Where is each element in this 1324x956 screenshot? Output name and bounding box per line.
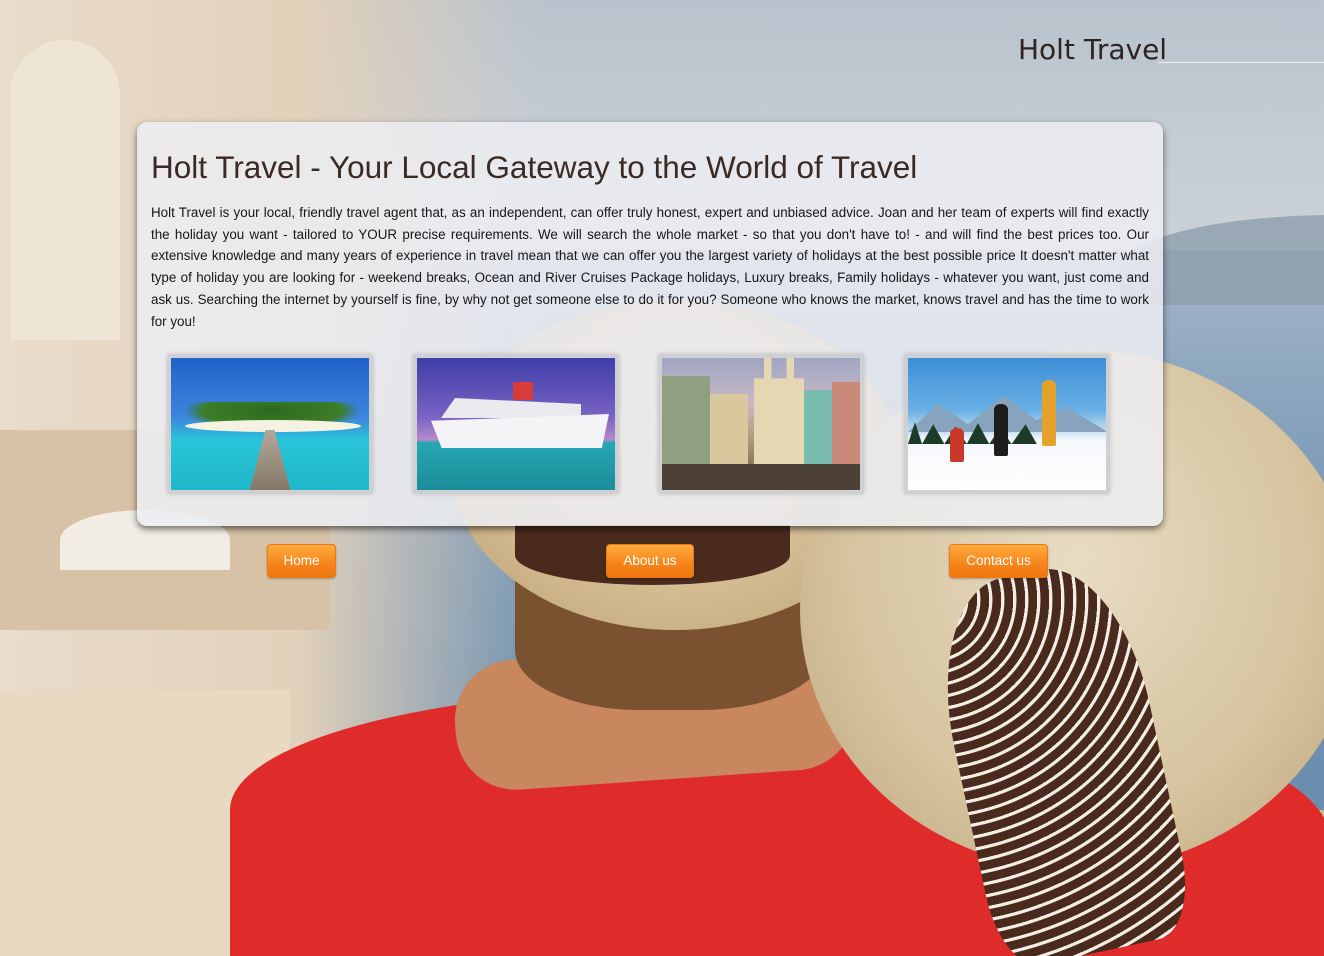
contact-us-button[interactable]: Contact us <box>949 544 1048 578</box>
site-title: Holt Travel <box>1018 33 1168 66</box>
thumbnail-ski <box>904 354 1110 494</box>
content-panel: Holt Travel - Your Local Gateway to the … <box>137 122 1163 526</box>
home-button[interactable]: Home <box>267 544 336 578</box>
intro-paragraph: Holt Travel is your local, friendly trav… <box>151 205 1149 329</box>
thumbnail-town <box>658 354 864 494</box>
title-underline <box>1158 62 1324 63</box>
page-heading: Holt Travel - Your Local Gateway to the … <box>151 149 918 185</box>
thumbnail-cruise <box>413 354 619 494</box>
cruise-ship-image <box>417 358 615 490</box>
island-image <box>171 358 369 490</box>
about-us-button[interactable]: About us <box>606 544 694 578</box>
town-street-image <box>662 358 860 490</box>
thumbnail-island <box>167 354 373 494</box>
background-church <box>10 40 120 340</box>
snowshoe-image <box>908 358 1106 490</box>
